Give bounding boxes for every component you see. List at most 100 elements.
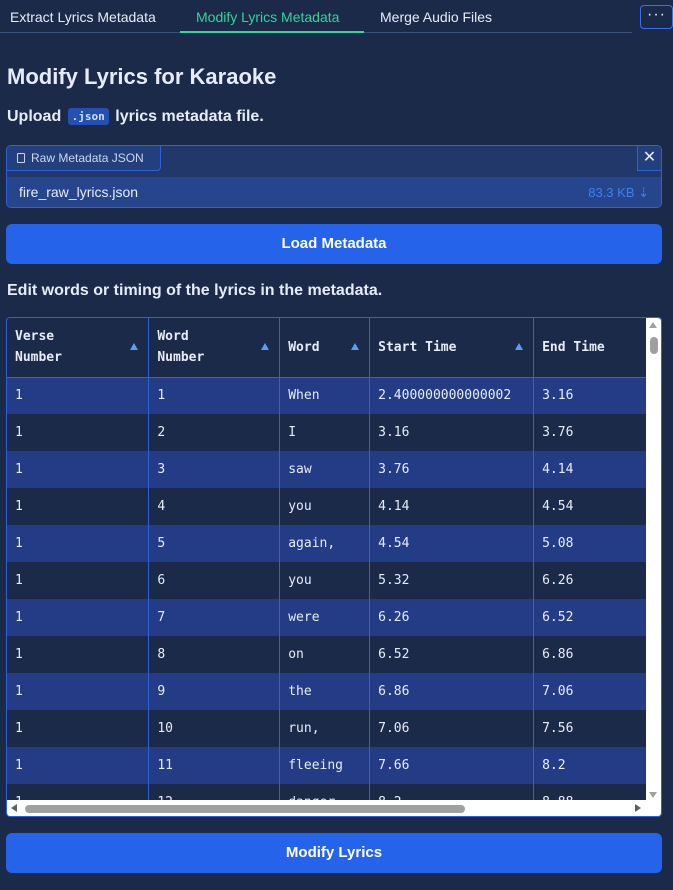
cell-word-number[interactable]: 5: [148, 525, 281, 562]
cell-verse-number[interactable]: 1: [7, 599, 150, 636]
cell-end-time[interactable]: 7.06: [533, 673, 647, 710]
cell-word[interactable]: fleeing: [279, 747, 371, 784]
cell-start-time[interactable]: 6.26: [369, 599, 535, 636]
cell-word[interactable]: again,: [279, 525, 371, 562]
load-metadata-button[interactable]: Load Metadata: [6, 224, 662, 264]
cell-word-number[interactable]: 7: [148, 599, 281, 636]
cell-verse-number[interactable]: 1: [7, 562, 150, 599]
file-input-label: Raw Metadata JSON: [7, 146, 161, 171]
cell-word-number[interactable]: 11: [148, 747, 281, 784]
column-header-word[interactable]: Word: [279, 318, 371, 378]
cell-end-time[interactable]: 6.52: [533, 599, 647, 636]
cell-word[interactable]: you: [279, 562, 371, 599]
cell-word-number[interactable]: 6: [148, 562, 281, 599]
cell-word[interactable]: saw: [279, 451, 371, 488]
cell-start-time[interactable]: 6.86: [369, 673, 535, 710]
cell-end-time[interactable]: 8.2: [533, 747, 647, 784]
cell-verse-number[interactable]: 1: [7, 747, 150, 784]
table-row: 1 11 fleeing 7.66 8.2: [7, 747, 647, 784]
cell-start-time[interactable]: 3.16: [369, 414, 535, 451]
more-options-button[interactable]: ···: [640, 5, 673, 29]
cell-word[interactable]: I: [279, 414, 371, 451]
cell-word-number[interactable]: 9: [148, 673, 281, 710]
cell-start-time[interactable]: 7.06: [369, 710, 535, 747]
cell-end-time[interactable]: 5.08: [533, 525, 647, 562]
cell-word-number[interactable]: 4: [148, 488, 281, 525]
vertical-scrollbar[interactable]: [646, 318, 661, 802]
cell-verse-number[interactable]: 1: [7, 525, 150, 562]
table-row: 1 9 the 6.86 7.06: [7, 673, 647, 710]
cell-word-number[interactable]: 3: [148, 451, 281, 488]
cell-word-number[interactable]: 2: [148, 414, 281, 451]
json-extension-chip: .json: [67, 108, 109, 125]
sort-asc-icon[interactable]: [261, 343, 270, 350]
scroll-right-icon[interactable]: [635, 804, 641, 812]
cell-end-time[interactable]: 3.16: [533, 377, 647, 414]
download-file-link[interactable]: 83.3 KB ⇣: [588, 185, 649, 201]
table-row: 1 4 you 4.14 4.54: [7, 488, 647, 525]
scroll-left-icon[interactable]: [11, 804, 17, 812]
column-header-word-number[interactable]: Word Number: [148, 318, 281, 378]
cell-start-time[interactable]: 5.32: [369, 562, 535, 599]
cell-start-time[interactable]: 6.52: [369, 636, 535, 673]
table-row: 1 2 I 3.16 3.76: [7, 414, 647, 451]
cell-start-time[interactable]: 4.14: [369, 488, 535, 525]
tab-extract-lyrics-metadata[interactable]: Extract Lyrics Metadata: [0, 0, 166, 33]
cell-end-time[interactable]: 4.14: [533, 451, 647, 488]
scroll-up-icon[interactable]: [649, 322, 657, 328]
cell-word-number[interactable]: 10: [148, 710, 281, 747]
table-row: 1 7 were 6.26 6.52: [7, 599, 647, 636]
cell-verse-number[interactable]: 1: [7, 673, 150, 710]
table-row: 1 1 When 2.400000000000002 3.16: [7, 377, 647, 414]
cell-word[interactable]: on: [279, 636, 371, 673]
cell-end-time[interactable]: 6.86: [533, 636, 647, 673]
cell-word[interactable]: When: [279, 377, 371, 414]
file-icon: [17, 153, 25, 163]
cell-verse-number[interactable]: 1: [7, 636, 150, 673]
cell-verse-number[interactable]: 1: [7, 414, 150, 451]
cell-word-number[interactable]: 8: [148, 636, 281, 673]
horizontal-scrollbar[interactable]: [7, 800, 661, 816]
sort-asc-icon[interactable]: [515, 343, 524, 350]
tab-bar: Extract Lyrics Metadata Modify Lyrics Me…: [0, 0, 632, 33]
modify-lyrics-button[interactable]: Modify Lyrics: [6, 833, 662, 873]
uploaded-file-name: fire_raw_lyrics.json: [19, 184, 139, 200]
cell-word-number[interactable]: 1: [148, 377, 281, 414]
cell-verse-number[interactable]: 1: [7, 377, 150, 414]
cell-start-time[interactable]: 7.66: [369, 747, 535, 784]
horizontal-scroll-thumb[interactable]: [25, 805, 465, 813]
table-row: 1 6 you 5.32 6.26: [7, 562, 647, 599]
cell-start-time[interactable]: 2.400000000000002: [369, 377, 535, 414]
cell-end-time[interactable]: 4.54: [533, 488, 647, 525]
tab-modify-lyrics-metadata[interactable]: Modify Lyrics Metadata: [180, 0, 364, 33]
cell-word[interactable]: the: [279, 673, 371, 710]
sort-asc-icon[interactable]: [351, 343, 360, 350]
cell-verse-number[interactable]: 1: [7, 710, 150, 747]
page-title: Modify Lyrics for Karaoke: [7, 64, 277, 89]
cell-start-time[interactable]: 4.54: [369, 525, 535, 562]
cell-verse-number[interactable]: 1: [7, 488, 150, 525]
uploaded-file-row: fire_raw_lyrics.json 83.3 KB ⇣: [7, 177, 661, 207]
cell-start-time[interactable]: 3.76: [369, 451, 535, 488]
cell-verse-number[interactable]: 1: [7, 451, 150, 488]
vertical-scroll-thumb[interactable]: [650, 337, 658, 354]
tab-merge-audio-files[interactable]: Merge Audio Files: [370, 0, 502, 33]
cell-end-time[interactable]: 7.56: [533, 710, 647, 747]
column-header-start-time[interactable]: Start Time: [369, 318, 535, 378]
table-row: 1 10 run, 7.06 7.56: [7, 710, 647, 747]
upload-instruction: Upload .json lyrics metadata file.: [7, 108, 264, 126]
column-header-end-time[interactable]: End Time: [533, 318, 647, 378]
sort-asc-icon[interactable]: [130, 343, 139, 350]
clear-file-button[interactable]: ✕: [637, 146, 661, 171]
cell-word[interactable]: were: [279, 599, 371, 636]
file-upload-box[interactable]: Raw Metadata JSON ✕ fire_raw_lyrics.json…: [6, 145, 662, 208]
cell-word[interactable]: run,: [279, 710, 371, 747]
table-row: 1 3 saw 3.76 4.14: [7, 451, 647, 488]
cell-word[interactable]: you: [279, 488, 371, 525]
cell-end-time[interactable]: 6.26: [533, 562, 647, 599]
scroll-down-icon[interactable]: [649, 792, 657, 798]
file-input-label-text: Raw Metadata JSON: [31, 151, 144, 165]
cell-end-time[interactable]: 3.76: [533, 414, 647, 451]
lyrics-table: Verse Number Word Number Word Start Time…: [6, 317, 662, 817]
column-header-verse-number[interactable]: Verse Number: [7, 318, 150, 378]
